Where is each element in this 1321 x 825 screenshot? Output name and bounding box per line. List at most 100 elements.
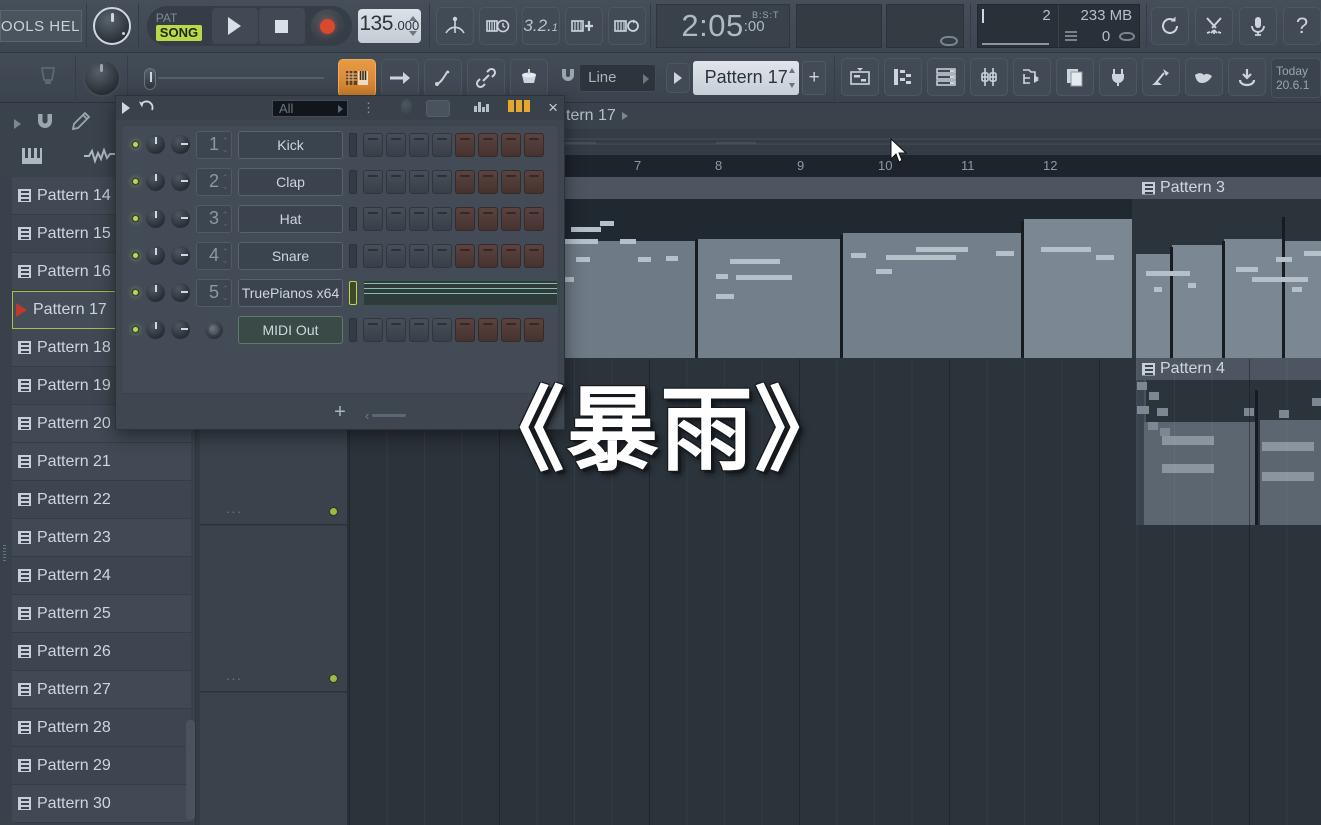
master-volume-knob[interactable] (93, 7, 132, 45)
pattern-list-scrollbar[interactable] (186, 720, 195, 820)
volume-knob[interactable] (146, 135, 165, 154)
download-icon[interactable] (1228, 57, 1266, 96)
metronome-icon[interactable] (435, 7, 474, 45)
scissors-cut-icon[interactable] (1194, 7, 1233, 45)
channel-name-button[interactable]: Kick (238, 130, 343, 159)
channel-row-snare[interactable]: 4 ⌃ ⌄ Snare (122, 237, 558, 274)
chevron-right-icon[interactable] (14, 118, 21, 129)
draw-pencil-icon[interactable] (424, 58, 463, 97)
playlist-window-icon[interactable] (841, 57, 879, 96)
pattern-list-item[interactable]: Pattern 29 (12, 747, 191, 785)
pattern-list-item[interactable]: Pattern 22 (12, 481, 191, 519)
magnet-icon[interactable] (35, 112, 55, 135)
play-button[interactable] (211, 8, 258, 44)
step-button[interactable] (432, 169, 452, 194)
pitch-knob[interactable] (84, 60, 119, 95)
mixer-window-icon[interactable] (970, 57, 1008, 96)
pattern-list-item[interactable]: Pattern 25 (12, 595, 191, 633)
volume-knob[interactable] (146, 320, 165, 339)
step-button[interactable] (409, 317, 429, 342)
step-button[interactable] (409, 132, 429, 157)
channel-enable-led[interactable] (131, 214, 140, 223)
step-button[interactable] (363, 243, 383, 268)
pattern-selector[interactable]: Pattern 17 (693, 60, 800, 95)
step-button[interactable] (432, 132, 452, 157)
pan-knob[interactable] (171, 209, 190, 228)
wait-for-input-clock-icon[interactable] (478, 7, 517, 45)
playlist-horizontal-scrollbar[interactable]: ‹ (365, 408, 417, 423)
mixer-knob-icon[interactable] (510, 58, 549, 97)
step-button[interactable] (501, 243, 521, 268)
snap-magnet-icon[interactable] (559, 67, 577, 88)
channel-select-led-active[interactable] (349, 280, 357, 305)
step-button[interactable] (386, 169, 406, 194)
pattern-list-item[interactable]: Pattern 26 (12, 633, 191, 671)
step-button[interactable] (478, 317, 498, 342)
channel-rack-window[interactable]: All ⋮ × 1 ⌃ ⌄ Kick 2 ⌃ ⌄ Clap 3 ⌃ ⌄ Hat … (115, 95, 565, 430)
pattern-next-button[interactable] (666, 62, 691, 93)
channel-number[interactable]: 5 ⌃ ⌄ (196, 278, 232, 307)
step-button[interactable] (524, 132, 544, 157)
step-button[interactable] (363, 317, 383, 342)
step-button[interactable] (409, 243, 429, 268)
spotlight-lamp-icon[interactable] (1142, 57, 1180, 96)
step-button[interactable] (363, 169, 383, 194)
swing-slider[interactable] (425, 99, 451, 117)
clip-header-pattern-3[interactable]: Pattern 3 (1136, 177, 1321, 199)
step-sequencer-row[interactable] (363, 206, 544, 231)
overlay-notes-icon[interactable] (564, 7, 603, 45)
channel-name-button[interactable]: MIDI Out (238, 315, 343, 344)
count-in-icon[interactable]: 3.2.1 (521, 7, 560, 45)
channel-name-button[interactable]: TruePianos x64 (238, 278, 343, 307)
volume-knob[interactable] (146, 283, 165, 302)
hand-tool-icon[interactable] (1185, 57, 1223, 96)
channel-enable-led[interactable] (131, 140, 140, 149)
pattern-spinner[interactable] (789, 67, 796, 88)
channel-color-swatch[interactable] (196, 316, 232, 344)
step-button[interactable] (524, 169, 544, 194)
play-arrow-icon[interactable] (122, 102, 130, 114)
pattern-clip-source-icon[interactable] (338, 58, 377, 97)
copy-project-icon[interactable] (1056, 57, 1094, 96)
step-sequencer-row[interactable] (363, 132, 544, 157)
loop-record-icon[interactable] (607, 7, 646, 45)
volume-knob[interactable] (146, 172, 165, 191)
help-icon[interactable]: ? (1282, 7, 1321, 45)
channel-enable-led[interactable] (131, 177, 140, 186)
snap-selector[interactable]: Line (579, 63, 657, 92)
add-pattern-button[interactable]: + (802, 60, 827, 95)
step-button[interactable] (455, 132, 475, 157)
step-button[interactable] (478, 169, 498, 194)
channel-select-led[interactable] (349, 243, 357, 268)
pattern-list-item[interactable]: Pattern 28 (12, 709, 191, 747)
track-row[interactable] (200, 693, 347, 825)
channel-menu-icon[interactable]: ⋮ (362, 101, 375, 114)
channel-name-button[interactable]: Snare (238, 241, 343, 270)
step-button[interactable] (524, 206, 544, 231)
plugin-power-icon[interactable] (1099, 57, 1137, 96)
panel-resize-grip[interactable] (3, 545, 6, 563)
channel-row-midi-out[interactable]: MIDI Out (122, 311, 558, 348)
microphone-icon[interactable] (1238, 7, 1277, 45)
step-button[interactable] (409, 206, 429, 231)
step-button[interactable] (409, 169, 429, 194)
pan-knob[interactable] (171, 172, 190, 191)
tempo-spinner[interactable] (408, 16, 417, 36)
link-icon[interactable] (467, 58, 506, 97)
step-button[interactable] (432, 206, 452, 231)
step-button[interactable] (478, 132, 498, 157)
step-button[interactable] (432, 243, 452, 268)
step-button[interactable] (363, 132, 383, 157)
channel-select-led[interactable] (349, 317, 357, 342)
channel-row-hat[interactable]: 3 ⌃ ⌄ Hat (122, 200, 558, 237)
step-button[interactable] (501, 132, 521, 157)
channel-row-truepianos[interactable]: 5 ⌃ ⌄ TruePianos x64 (122, 274, 558, 311)
piano-roll-preview[interactable] (363, 279, 558, 306)
step-button[interactable] (501, 169, 521, 194)
clip-body-pattern-3[interactable] (1136, 199, 1321, 358)
stop-button[interactable] (258, 8, 305, 44)
channel-select-led[interactable] (349, 132, 357, 157)
channel-number[interactable]: 2 ⌃ ⌄ (196, 167, 232, 196)
pan-knob[interactable] (171, 246, 190, 265)
record-button[interactable] (310, 9, 345, 43)
